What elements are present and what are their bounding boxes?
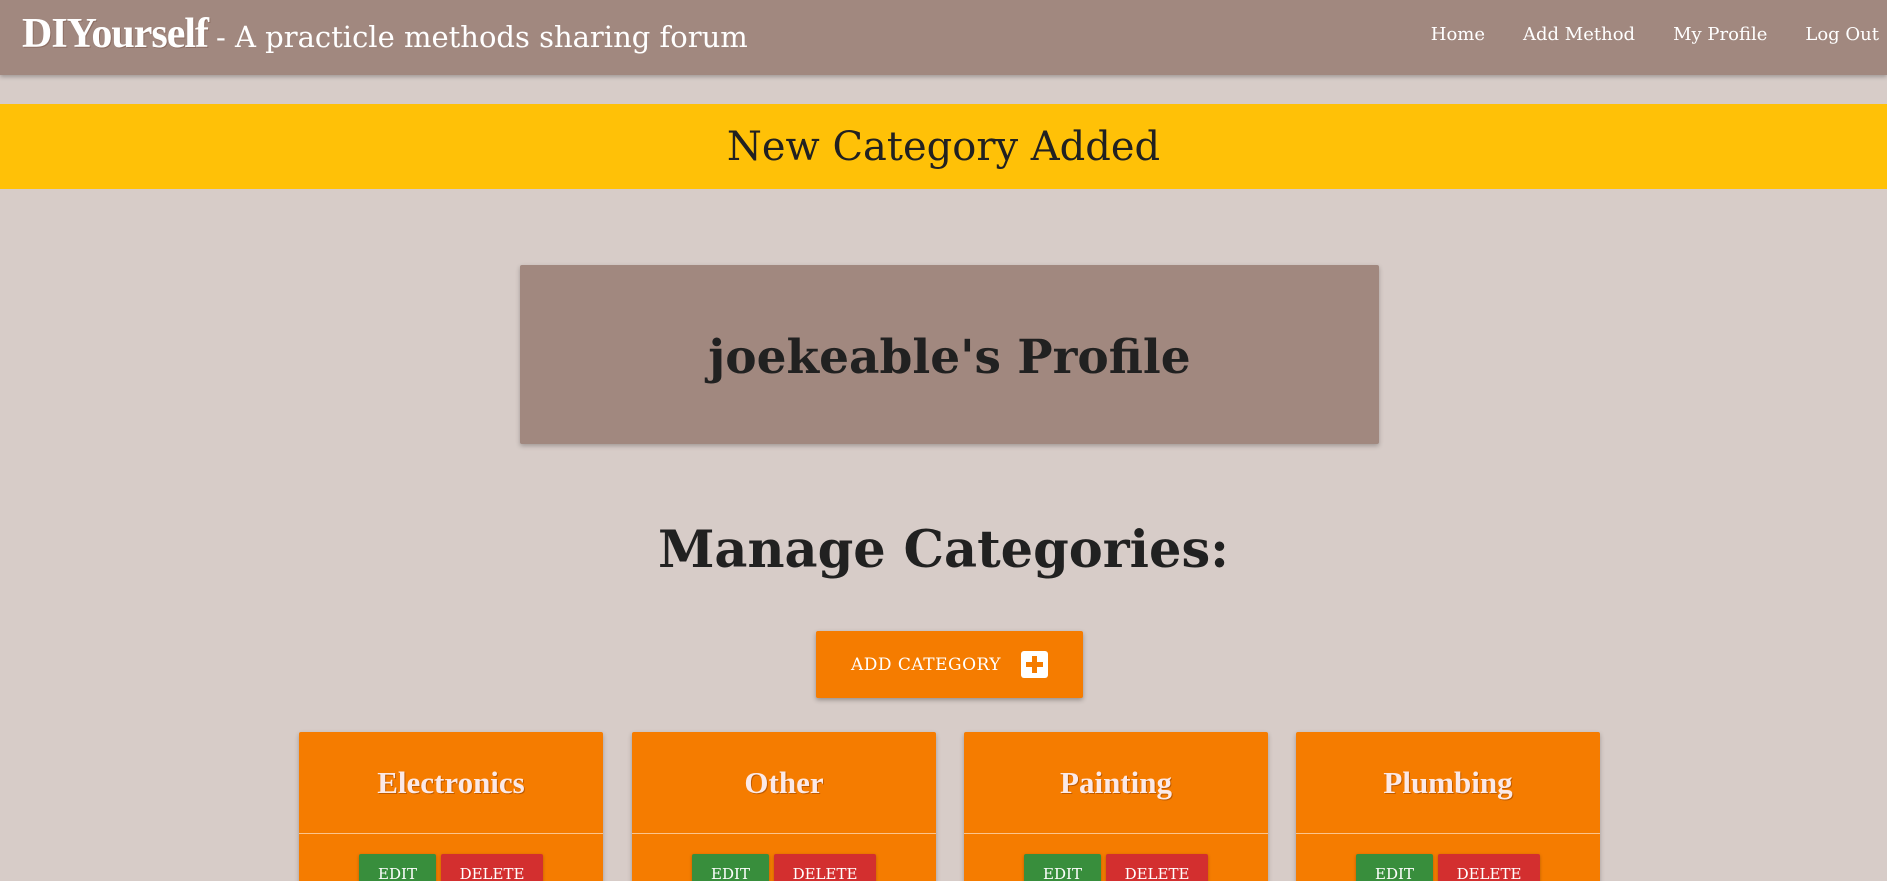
- brand-tagline: - A practicle methods sharing forum: [216, 20, 748, 54]
- card-divider: [632, 833, 936, 834]
- plus-square-icon: [1021, 651, 1049, 678]
- category-actions: EDIT DELETE: [632, 854, 936, 881]
- brand[interactable]: DIYourself - A practicle methods sharing…: [22, 10, 748, 58]
- category-name: Other: [744, 764, 824, 800]
- edit-category-button[interactable]: EDIT: [1356, 854, 1433, 881]
- category-card-other: Other EDIT DELETE: [632, 732, 936, 881]
- flash-message-banner: New Category Added: [0, 104, 1887, 189]
- card-divider: [964, 833, 1268, 834]
- category-card-plumbing: Plumbing EDIT DELETE: [1296, 732, 1600, 881]
- nav-link-log-out[interactable]: Log Out: [1805, 24, 1879, 45]
- delete-category-button[interactable]: DELETE: [441, 854, 543, 881]
- category-name: Painting: [1060, 764, 1172, 800]
- category-actions: EDIT DELETE: [964, 854, 1268, 881]
- delete-category-button[interactable]: DELETE: [1438, 854, 1540, 881]
- add-category-button[interactable]: ADD CATEGORY: [816, 631, 1083, 698]
- delete-category-button[interactable]: DELETE: [774, 854, 876, 881]
- flash-message-text: New Category Added: [726, 123, 1161, 170]
- edit-category-button[interactable]: EDIT: [359, 854, 436, 881]
- category-actions: EDIT DELETE: [299, 854, 603, 881]
- nav-link-my-profile[interactable]: My Profile: [1673, 24, 1767, 45]
- brand-logo[interactable]: DIYourself: [22, 10, 209, 58]
- nav-link-home[interactable]: Home: [1431, 24, 1485, 45]
- nav-link-add-method[interactable]: Add Method: [1523, 24, 1635, 45]
- category-actions: EDIT DELETE: [1296, 854, 1600, 881]
- profile-header-card: joekeable's Profile: [520, 265, 1379, 444]
- delete-category-button[interactable]: DELETE: [1106, 854, 1208, 881]
- edit-category-button[interactable]: EDIT: [1024, 854, 1101, 881]
- add-category-label: ADD CATEGORY: [850, 654, 1002, 675]
- navbar: DIYourself - A practicle methods sharing…: [0, 0, 1887, 75]
- category-card-painting: Painting EDIT DELETE: [964, 732, 1268, 881]
- card-divider: [299, 833, 603, 834]
- category-card-electronics: Electronics EDIT DELETE: [299, 732, 603, 881]
- manage-categories-heading: Manage Categories:: [657, 520, 1230, 580]
- category-name: Electronics: [377, 764, 525, 800]
- edit-category-button[interactable]: EDIT: [692, 854, 769, 881]
- card-divider: [1296, 833, 1600, 834]
- category-name: Plumbing: [1383, 764, 1513, 800]
- nav-links: Home Add Method My Profile Log Out: [1431, 0, 1879, 68]
- profile-title: joekeable's Profile: [708, 330, 1191, 385]
